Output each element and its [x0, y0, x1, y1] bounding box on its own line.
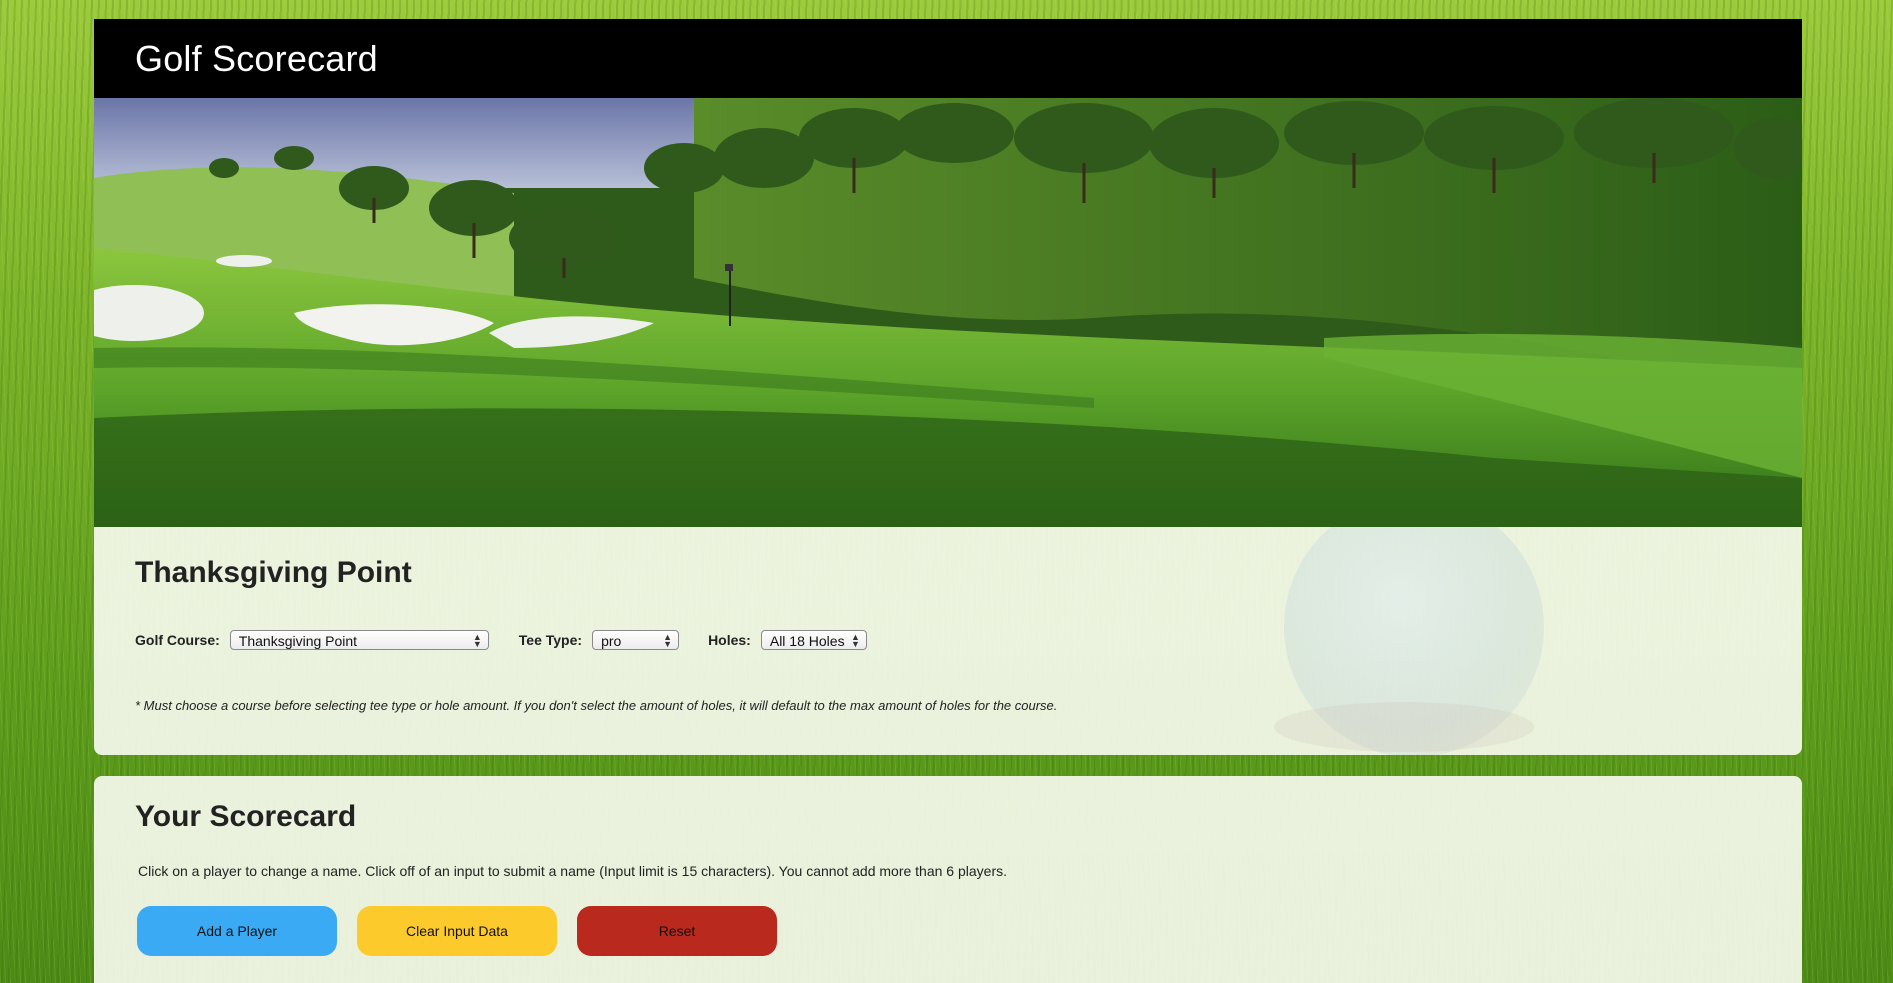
- tee-type-select[interactable]: pro ▲ ▼: [592, 630, 680, 650]
- golf-course-banner-image: [94, 98, 1802, 527]
- scorecard-instructions: Click on a player to change a name. Clic…: [138, 863, 1007, 879]
- clear-input-button[interactable]: Clear Input Data: [357, 906, 557, 956]
- golf-course-select[interactable]: Thanksgiving Point ▲ ▼: [229, 630, 489, 650]
- reset-button[interactable]: Reset: [577, 906, 777, 956]
- scorecard-panel: Your Scorecard Click on a player to chan…: [94, 776, 1802, 983]
- select-updown-arrows-icon: ▲ ▼: [472, 631, 482, 649]
- course-title: Thanksgiving Point: [135, 556, 412, 589]
- page-container: Golf Scorecard Thanksgiving Point Golf C…: [94, 19, 1802, 983]
- golf-course-select-value: Thanksgiving Point: [238, 632, 358, 649]
- scorecard-title: Your Scorecard: [135, 800, 357, 833]
- golf-ball-shadow: [1274, 702, 1534, 752]
- course-controls: Golf Course: Thanksgiving Point ▲ ▼ Tee T…: [135, 630, 867, 650]
- course-selection-panel: Thanksgiving Point Golf Course: Thanksgi…: [94, 527, 1802, 755]
- add-player-button[interactable]: Add a Player: [137, 906, 337, 956]
- course-selection-note: * Must choose a course before selecting …: [135, 698, 1058, 713]
- holes-select[interactable]: All 18 Holes ▲ ▼: [760, 630, 867, 650]
- tee-type-label: Tee Type:: [518, 632, 583, 648]
- scorecard-buttons: Add a Player Clear Input Data Reset: [137, 906, 797, 956]
- app-title: Golf Scorecard: [135, 37, 378, 79]
- select-updown-arrows-icon: ▲ ▼: [850, 631, 860, 649]
- golf-course-label: Golf Course:: [135, 632, 220, 648]
- holes-label: Holes:: [708, 632, 751, 648]
- select-updown-arrows-icon: ▲ ▼: [663, 631, 673, 649]
- holes-select-value: All 18 Holes: [769, 632, 845, 649]
- header-bar: Golf Scorecard: [94, 19, 1802, 98]
- tee-type-select-value: pro: [601, 632, 622, 649]
